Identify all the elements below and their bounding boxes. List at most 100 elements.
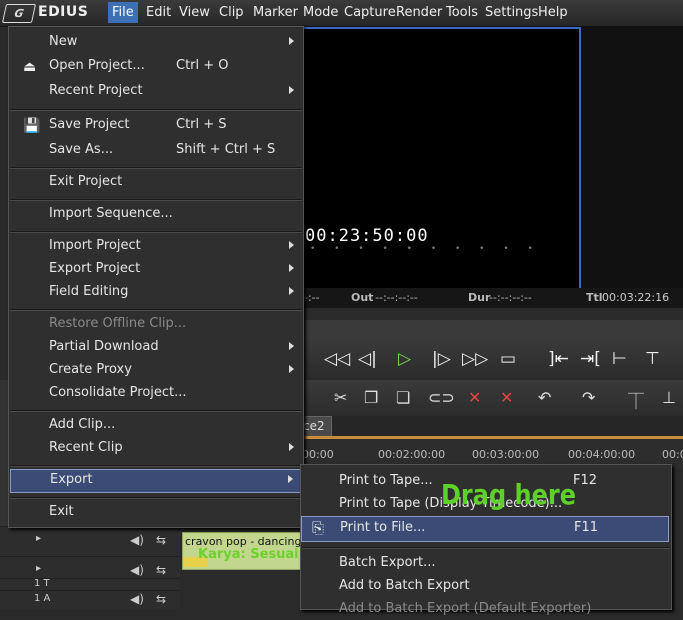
menu-item-label: Save Project: [49, 117, 130, 132]
volume-icon[interactable]: ⊥: [662, 388, 676, 407]
mark-in-icon[interactable]: ]⇤: [548, 349, 569, 369]
menu-item-label: Recent Clip: [49, 440, 123, 455]
menu-help[interactable]: Help: [534, 4, 572, 21]
menu-view[interactable]: View: [175, 4, 214, 21]
copy-icon[interactable]: ❐: [364, 388, 378, 407]
submenu-arrow-icon: [289, 264, 294, 272]
submenu-arrow-icon: [289, 443, 294, 451]
menu-item-label: Batch Export...: [339, 555, 436, 570]
drag-here-annotation: Drag here: [441, 478, 576, 512]
redo-icon[interactable]: ↷: [582, 388, 595, 407]
print-to-file-icon: ⎘: [312, 519, 325, 537]
menu-item-label: Consolidate Project...: [49, 385, 187, 400]
menu-item-add-to-batch-export[interactable]: Add to Batch Export: [301, 575, 669, 597]
menu-item-save-as[interactable]: Save As... Shift + Ctrl + S: [10, 140, 302, 162]
save-disk-icon: 💾: [23, 118, 41, 134]
menu-item-add-clip[interactable]: Add Clip...: [10, 415, 302, 437]
menu-item-label: Exit: [49, 504, 74, 519]
paste-icon[interactable]: ❏: [396, 388, 410, 407]
menu-item-label: Export Project: [49, 261, 141, 276]
menu-item-batch-export[interactable]: Batch Export...: [301, 552, 669, 574]
menu-item-open-project[interactable]: ⏏ Open Project... Ctrl + O: [10, 56, 302, 78]
menu-render[interactable]: Render: [392, 4, 446, 21]
menu-mode[interactable]: Mode: [299, 4, 342, 21]
sync-icon[interactable]: ⇆: [156, 563, 166, 577]
expand-icon[interactable]: ▸: [36, 563, 41, 574]
menu-item-export[interactable]: Export: [10, 469, 302, 493]
undo-icon[interactable]: ↶: [538, 388, 551, 407]
menu-item-restore-offline-clip: Restore Offline Clip...: [10, 314, 302, 336]
insert-icon[interactable]: ⊢: [612, 349, 627, 369]
mark-out-icon[interactable]: ⇥[: [580, 349, 601, 369]
menu-item-exit[interactable]: Exit: [10, 502, 302, 524]
menu-item-label: Exit Project: [49, 174, 123, 189]
menu-separator: [10, 497, 302, 499]
delete-icon[interactable]: ✕: [500, 388, 513, 407]
rewind-icon[interactable]: ◁◁: [324, 349, 350, 369]
link-icon[interactable]: ⊂⊃: [428, 388, 455, 407]
menu-item-new[interactable]: New: [10, 32, 302, 54]
menu-item-create-proxy[interactable]: Create Proxy: [10, 360, 302, 382]
audio-icon[interactable]: ◀): [130, 592, 144, 606]
menu-item-field-editing[interactable]: Field Editing: [10, 282, 302, 304]
menu-item-import-sequence[interactable]: Import Sequence...: [10, 204, 302, 226]
menu-clip[interactable]: Clip: [215, 4, 248, 21]
menu-item-exit-project[interactable]: Exit Project: [10, 172, 302, 194]
ruler-tick: 00:02:00:00: [378, 448, 446, 461]
fast-forward-icon[interactable]: ▷▷: [462, 349, 488, 369]
menu-item-label: Save As...: [49, 142, 114, 157]
menu-item-save-project[interactable]: 💾 Save Project Ctrl + S: [10, 115, 302, 137]
menu-capture[interactable]: Capture: [340, 4, 400, 21]
menu-item-label: Print to File...: [340, 520, 426, 535]
open-folder-icon: ⏏: [23, 59, 37, 75]
menu-separator: [10, 410, 302, 412]
edius-logo: G EDIUS: [1, 3, 104, 23]
loop-icon[interactable]: ▭: [500, 349, 516, 369]
submenu-arrow-icon: [289, 365, 294, 373]
ruler-tick: 00:05:00: [662, 448, 683, 461]
step-back-icon[interactable]: ◁|: [358, 349, 377, 369]
overwrite-icon[interactable]: ⊤: [645, 349, 660, 369]
menu-item-recent-project[interactable]: Recent Project: [10, 81, 302, 103]
delete-ripple-icon[interactable]: ✕: [468, 388, 481, 407]
menu-item-print-to-file[interactable]: ⎘ Print to File... F11: [301, 516, 669, 542]
menu-item-label: Export: [50, 472, 93, 487]
menu-item-partial-download[interactable]: Partial Download: [10, 337, 302, 359]
shortcut-label: Ctrl + S: [176, 117, 227, 132]
menu-item-label: Import Project: [49, 238, 141, 253]
sync-icon[interactable]: ⇆: [156, 592, 166, 606]
menu-separator: [10, 199, 302, 201]
play-icon[interactable]: ▷: [398, 349, 411, 369]
menu-item-consolidate-project[interactable]: Consolidate Project...: [10, 383, 302, 405]
menu-item-import-project[interactable]: Import Project: [10, 236, 302, 258]
track-header-1a[interactable]: 1 A ◀) ⇆: [0, 590, 180, 609]
menu-item-export-project[interactable]: Export Project: [10, 259, 302, 281]
menu-item-label: New: [49, 34, 78, 49]
marker-icon[interactable]: ⏉: [628, 388, 644, 412]
ttl-value: 00:03:22:16: [602, 291, 670, 304]
menu-edit[interactable]: Edit: [142, 4, 175, 21]
scrub-bar[interactable]: [300, 320, 683, 340]
audio-icon[interactable]: ◀): [130, 563, 144, 577]
audio-icon[interactable]: ◀): [130, 533, 144, 547]
menu-marker[interactable]: Marker: [249, 4, 302, 21]
menu-item-label: Print to Tape...: [339, 473, 433, 488]
ruler-tick: 00:03:00:00: [472, 448, 540, 461]
shortcut-label: Ctrl + O: [176, 58, 229, 73]
menu-tools[interactable]: Tools: [442, 4, 482, 21]
shortcut-label: F12: [573, 473, 598, 488]
shortcut-label: Shift + Ctrl + S: [176, 142, 276, 157]
track-header[interactable]: ▸ ◀) ⇆: [0, 526, 180, 557]
menu-item-recent-clip[interactable]: Recent Clip: [10, 438, 302, 460]
menu-file[interactable]: File: [108, 2, 138, 23]
menu-item-label: Partial Download: [49, 339, 159, 354]
file-menu: New ⏏ Open Project... Ctrl + O Recent Pr…: [8, 26, 304, 528]
expand-icon[interactable]: ▸: [36, 533, 41, 544]
ruler-tick: 00:04:00:00: [568, 448, 636, 461]
step-forward-icon[interactable]: |▷: [432, 349, 451, 369]
menu-bar: G EDIUS File Edit View Clip Marker Mode …: [0, 0, 683, 27]
timecode-subdots: • • • • • • • • • •: [310, 244, 541, 254]
cut-icon[interactable]: ✂: [334, 388, 347, 407]
sequence-tab[interactable]: ce2: [300, 416, 332, 436]
sync-icon[interactable]: ⇆: [156, 533, 166, 547]
